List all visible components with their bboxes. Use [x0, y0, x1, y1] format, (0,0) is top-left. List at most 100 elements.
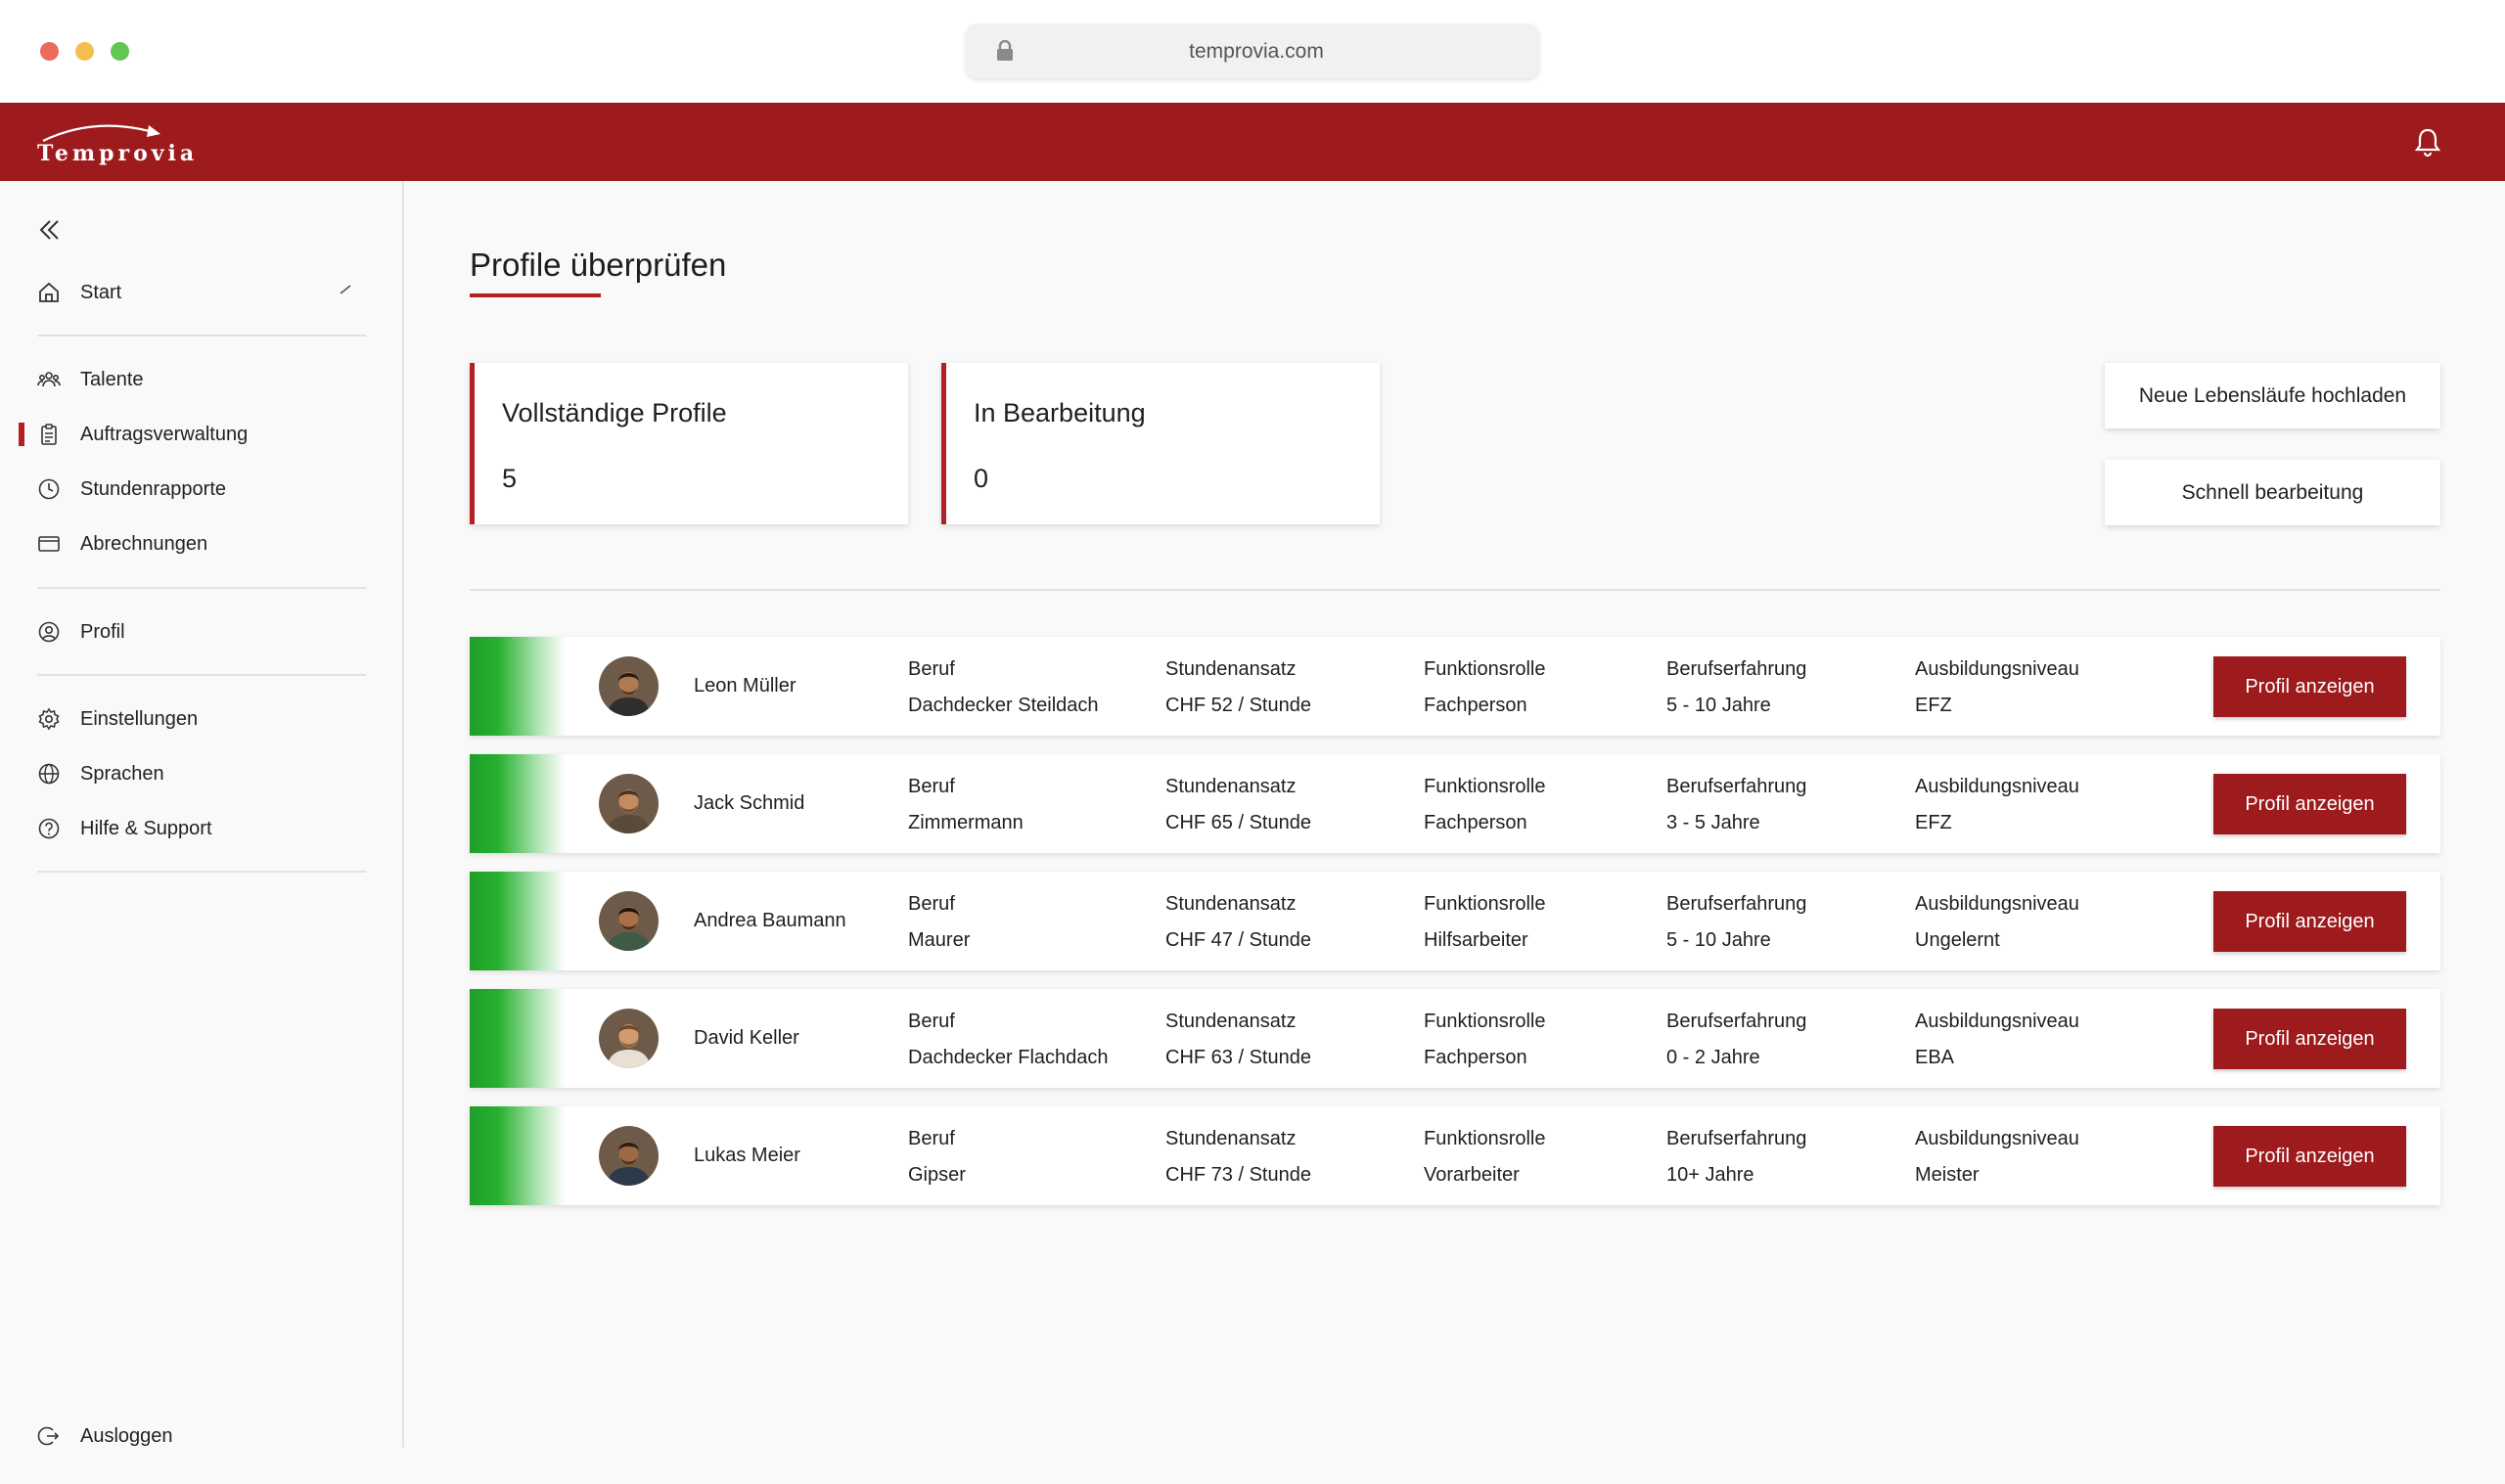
- sidebar-item-talente[interactable]: Talente: [0, 360, 404, 399]
- avatar-portrait-icon: [599, 891, 659, 951]
- clock-icon: [38, 478, 60, 500]
- quick-edit-button[interactable]: Schnell bearbeitung: [2105, 460, 2440, 525]
- field-value: Dachdecker Steildach: [908, 695, 1099, 716]
- sidebar: Start Talente Auftragsverwaltung Stunden…: [0, 181, 404, 1448]
- field-value: 3 - 5 Jahre: [1666, 812, 1760, 833]
- status-strip: [470, 989, 566, 1088]
- field-label: Funktionsrolle: [1424, 1011, 1546, 1032]
- sidebar-item-einstellungen[interactable]: Einstellungen: [0, 699, 404, 739]
- profile-field-beruf: Beruf Gipser: [908, 1128, 966, 1187]
- profile-name: Andrea Baumann: [694, 910, 846, 931]
- view-profile-button[interactable]: Profil anzeigen: [2213, 656, 2406, 717]
- gear-icon: [38, 707, 60, 731]
- sidebar-item-abrechnungen[interactable]: Abrechnungen: [0, 524, 404, 563]
- sidebar-item-sprachen[interactable]: Sprachen: [0, 754, 404, 793]
- brand-logo[interactable]: Temprovia: [37, 117, 194, 171]
- bell-icon[interactable]: [2413, 126, 2442, 157]
- profile-field-education: Ausbildungsniveau Meister: [1915, 1128, 2079, 1187]
- browser-chrome: temprovia.com: [0, 0, 2505, 103]
- sidebar-item-auftragsverwaltung[interactable]: Auftragsverwaltung: [0, 415, 404, 454]
- stat-card-complete: Vollständige Profile 5: [470, 363, 908, 524]
- field-label: Ausbildungsniveau: [1915, 893, 2079, 915]
- profile-field-experience: Berufserfahrung 0 - 2 Jahre: [1666, 1011, 1806, 1069]
- address-bar[interactable]: temprovia.com: [966, 23, 1539, 78]
- field-label: Funktionsrolle: [1424, 893, 1546, 915]
- field-value: Hilfsarbeiter: [1424, 929, 1528, 951]
- field-label: Beruf: [908, 776, 955, 797]
- profile-row: David Keller Beruf Dachdecker Flachdach Stu…: [470, 989, 2440, 1088]
- field-value: CHF 52 / Stunde: [1165, 695, 1311, 716]
- profile-field-experience: Berufserfahrung 3 - 5 Jahre: [1666, 776, 1806, 834]
- app-header: Temprovia: [0, 103, 2505, 181]
- field-label: Berufserfahrung: [1666, 1128, 1807, 1149]
- view-profile-button[interactable]: Profil anzeigen: [2213, 1126, 2406, 1187]
- sidebar-divider: [37, 871, 366, 873]
- sidebar-item-stundenrapporte[interactable]: Stundenrapporte: [0, 470, 404, 509]
- sidebar-divider: [37, 587, 366, 589]
- profile-field-experience: Berufserfahrung 5 - 10 Jahre: [1666, 658, 1806, 717]
- logout-icon: [37, 1426, 60, 1446]
- field-label: Berufserfahrung: [1666, 658, 1807, 680]
- sidebar-item-label: Stundenrapporte: [80, 478, 227, 500]
- user-circle-icon: [38, 621, 60, 643]
- sidebar-item-label: Start: [80, 282, 122, 303]
- active-indicator: [19, 423, 24, 446]
- avatar: [599, 1126, 659, 1186]
- profile-field-role: Funktionsrolle Vorarbeiter: [1424, 1128, 1546, 1187]
- field-value: 5 - 10 Jahre: [1666, 695, 1771, 716]
- profile-field-beruf: Beruf Zimmermann: [908, 776, 1024, 834]
- sidebar-item-start[interactable]: Start: [0, 273, 404, 312]
- field-label: Beruf: [908, 1128, 955, 1149]
- view-profile-button[interactable]: Profil anzeigen: [2213, 891, 2406, 952]
- stat-value: 0: [974, 464, 989, 493]
- window-close-button[interactable]: [40, 42, 59, 61]
- field-label: Stundenansatz: [1165, 893, 1297, 915]
- profile-name: David Keller: [694, 1027, 799, 1049]
- field-value: Zimmermann: [908, 812, 1024, 833]
- field-value: 0 - 2 Jahre: [1666, 1047, 1760, 1068]
- avatar-portrait-icon: [599, 656, 659, 716]
- field-label: Stundenansatz: [1165, 1011, 1297, 1032]
- stat-label: In Bearbeitung: [974, 398, 1146, 427]
- profile-field-rate: Stundenansatz CHF 65 / Stunde: [1165, 776, 1311, 834]
- collapse-sidebar-icon[interactable]: [37, 217, 63, 243]
- field-value: EBA: [1915, 1047, 1955, 1068]
- field-label: Berufserfahrung: [1666, 893, 1807, 915]
- profile-name: Lukas Meier: [694, 1145, 800, 1166]
- profile-field-experience: Berufserfahrung 5 - 10 Jahre: [1666, 893, 1806, 952]
- profile-field-role: Funktionsrolle Fachperson: [1424, 1011, 1546, 1069]
- field-label: Berufserfahrung: [1666, 776, 1807, 797]
- globe-icon: [38, 763, 60, 785]
- sidebar-item-profil[interactable]: Profil: [0, 612, 404, 652]
- sidebar-item-label: Hilfe & Support: [80, 818, 212, 839]
- profile-field-rate: Stundenansatz CHF 63 / Stunde: [1165, 1011, 1311, 1069]
- sidebar-item-label: Profil: [80, 621, 125, 643]
- field-value: Gipser: [908, 1164, 966, 1186]
- page-title: Profile überprüfen: [470, 247, 727, 283]
- view-profile-button[interactable]: Profil anzeigen: [2213, 774, 2406, 834]
- avatar: [599, 774, 659, 833]
- sidebar-item-label: Einstellungen: [80, 708, 199, 730]
- stat-label: Vollständige Profile: [502, 398, 727, 427]
- window-maximize-button[interactable]: [111, 42, 129, 61]
- field-label: Stundenansatz: [1165, 1128, 1297, 1149]
- profile-field-education: Ausbildungsniveau EBA: [1915, 1011, 2079, 1069]
- home-icon: [39, 282, 59, 302]
- view-profile-button[interactable]: Profil anzeigen: [2213, 1009, 2406, 1069]
- upload-cv-button[interactable]: Neue Lebensläufe hochladen: [2105, 363, 2440, 428]
- avatar: [599, 891, 659, 951]
- field-label: Ausbildungsniveau: [1915, 1011, 2079, 1032]
- field-value: Ungelernt: [1915, 929, 2000, 951]
- logout-button[interactable]: Ausloggen: [0, 1417, 404, 1456]
- field-label: Berufserfahrung: [1666, 1011, 1807, 1032]
- profile-field-role: Funktionsrolle Fachperson: [1424, 776, 1546, 834]
- profile-field-rate: Stundenansatz CHF 52 / Stunde: [1165, 658, 1311, 717]
- window-minimize-button[interactable]: [75, 42, 94, 61]
- card-icon: [38, 536, 60, 552]
- stat-value: 5: [502, 464, 518, 493]
- field-label: Beruf: [908, 1011, 955, 1032]
- field-value: 5 - 10 Jahre: [1666, 929, 1771, 951]
- sidebar-item-hilfe-support[interactable]: Hilfe & Support: [0, 809, 404, 848]
- field-label: Beruf: [908, 658, 955, 680]
- profile-field-role: Funktionsrolle Hilfsarbeiter: [1424, 893, 1546, 952]
